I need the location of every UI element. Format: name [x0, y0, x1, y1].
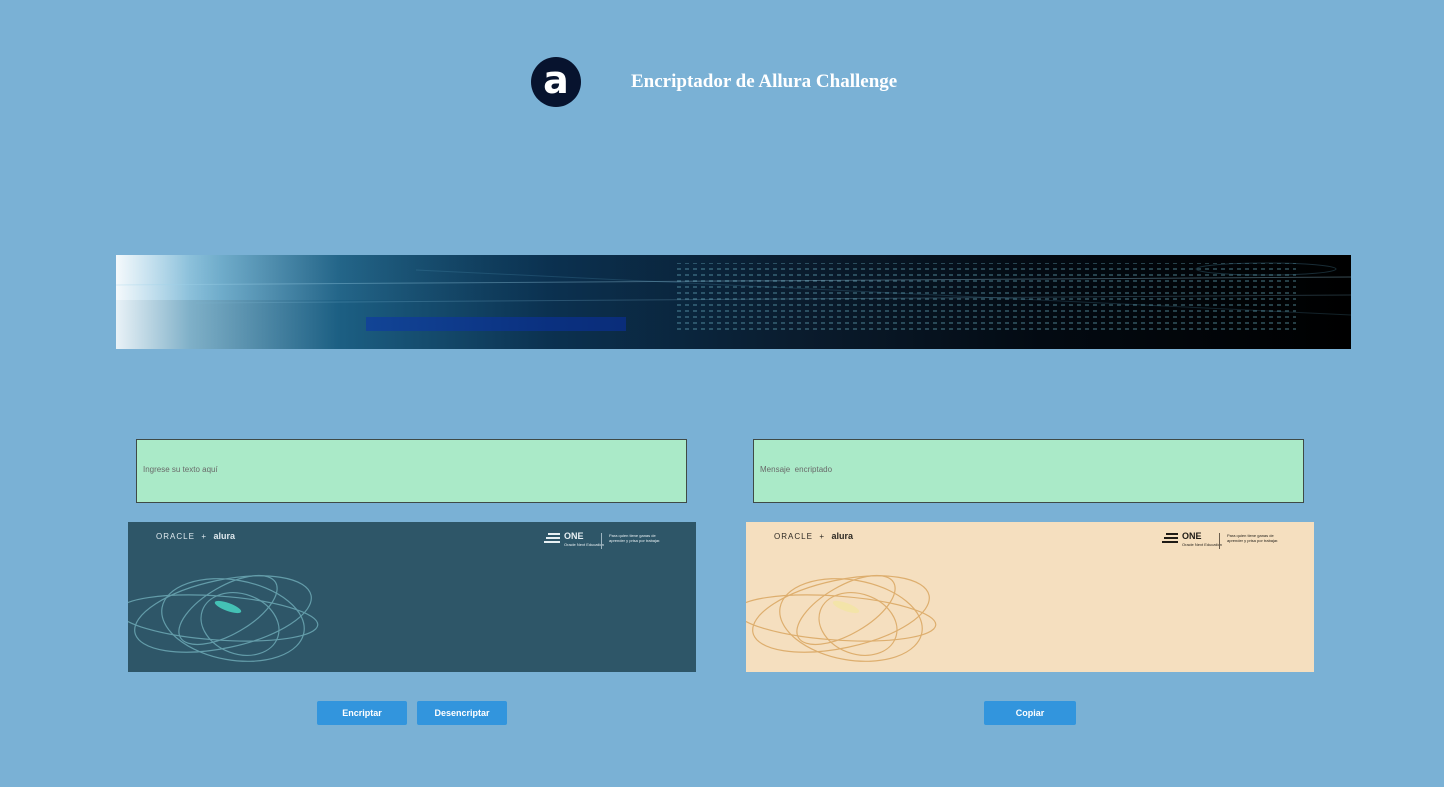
one-stack-icon: [544, 533, 560, 543]
page: a Encriptador de Allura Challenge Ingres…: [0, 0, 1444, 787]
brand-oracle: ORACLE: [774, 532, 813, 541]
brand-oracle-alura: ORACLE + alura: [774, 531, 853, 541]
one-divider: [601, 533, 602, 549]
brand-oracle: ORACLE: [156, 532, 195, 541]
brand-alura: alura: [213, 531, 235, 541]
tech-banner-image: [116, 255, 1351, 349]
one-word: ONE: [564, 531, 584, 541]
input-text-field[interactable]: [136, 439, 687, 503]
swirl-graphic: [746, 574, 937, 662]
one-stack-icon: [1162, 533, 1178, 543]
copy-button[interactable]: Copiar: [984, 701, 1076, 725]
oracle-alura-card-dark: ORACLE + alura ONE Oracle Next Education…: [128, 522, 696, 672]
encrypt-button[interactable]: Encriptar: [317, 701, 407, 725]
swirl-graphic: [128, 574, 319, 662]
brand-oracle-alura: ORACLE + alura: [156, 531, 235, 541]
brand-alura: alura: [831, 531, 853, 541]
banner-graphic: [116, 255, 1351, 333]
one-logo: ONE Oracle Next Education Para quien tie…: [544, 531, 674, 555]
one-word: ONE: [1182, 531, 1202, 541]
oracle-alura-card-light: ORACLE + alura ONE Oracle Next Education…: [746, 522, 1314, 672]
alura-logo: a: [531, 57, 581, 107]
brand-plus: +: [201, 532, 208, 541]
decrypt-button[interactable]: Desencriptar: [417, 701, 507, 725]
output-message-field[interactable]: [753, 439, 1304, 503]
page-title: Encriptador de Allura Challenge: [631, 71, 898, 92]
one-divider: [1219, 533, 1220, 549]
one-tagline: Para quien tiene ganas de aprender y pri…: [1227, 533, 1279, 543]
one-tagline: Para quien tiene ganas de aprender y pri…: [609, 533, 661, 543]
one-subtitle: Oracle Next Education: [564, 542, 605, 547]
one-logo: ONE Oracle Next Education Para quien tie…: [1162, 531, 1292, 555]
one-subtitle: Oracle Next Education: [1182, 542, 1223, 547]
logo-letter: a: [543, 58, 569, 102]
brand-plus: +: [819, 532, 826, 541]
